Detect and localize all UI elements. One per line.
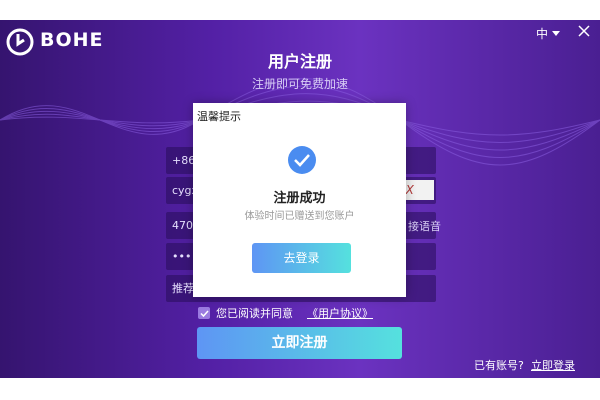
agreement-text: 您已阅读并同意: [216, 307, 293, 320]
agree-checkbox[interactable]: [198, 307, 210, 319]
referral-placeholder: 推荐: [172, 282, 194, 295]
language-selector[interactable]: 中: [536, 25, 560, 42]
success-dialog: 温馨提示 注册成功 体验时间已赠送到您账户 去登录: [193, 103, 406, 297]
success-description: 体验时间已赠送到您账户: [244, 211, 355, 222]
success-message: 注册成功: [273, 191, 326, 206]
register-button[interactable]: 立即注册: [197, 327, 402, 359]
user-agreement-link[interactable]: 《用户协议》: [307, 305, 373, 321]
voice-code-button[interactable]: 接语音: [408, 218, 441, 234]
language-label: 中: [535, 27, 548, 41]
have-account-label: 已有账号?: [474, 359, 524, 372]
phone-prefix: +86: [172, 154, 196, 167]
dialog-title: 温馨提示: [197, 110, 241, 123]
checkmark-icon: [199, 309, 209, 317]
go-login-button[interactable]: 去登录: [252, 243, 351, 273]
agreement-row: 您已阅读并同意 《用户协议》: [198, 305, 373, 321]
login-now-link[interactable]: 立即登录: [531, 357, 575, 373]
check-circle-icon: [288, 146, 316, 174]
chevron-down-icon: [552, 31, 560, 36]
page-title: 用户注册: [267, 52, 332, 71]
page-subtitle: 注册即可免费加速: [251, 77, 348, 91]
close-icon[interactable]: [576, 23, 592, 39]
